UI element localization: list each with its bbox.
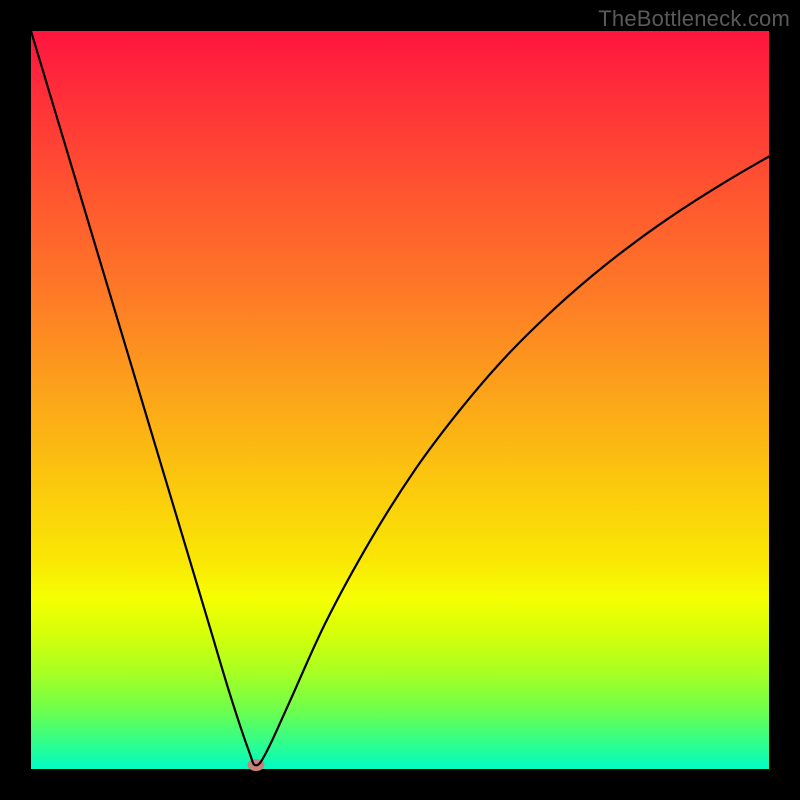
bottleneck-curve [31,31,769,765]
plot-area [31,31,769,769]
curve-svg [31,31,769,769]
chart-frame: TheBottleneck.com [0,0,800,800]
watermark-text: TheBottleneck.com [598,6,790,32]
